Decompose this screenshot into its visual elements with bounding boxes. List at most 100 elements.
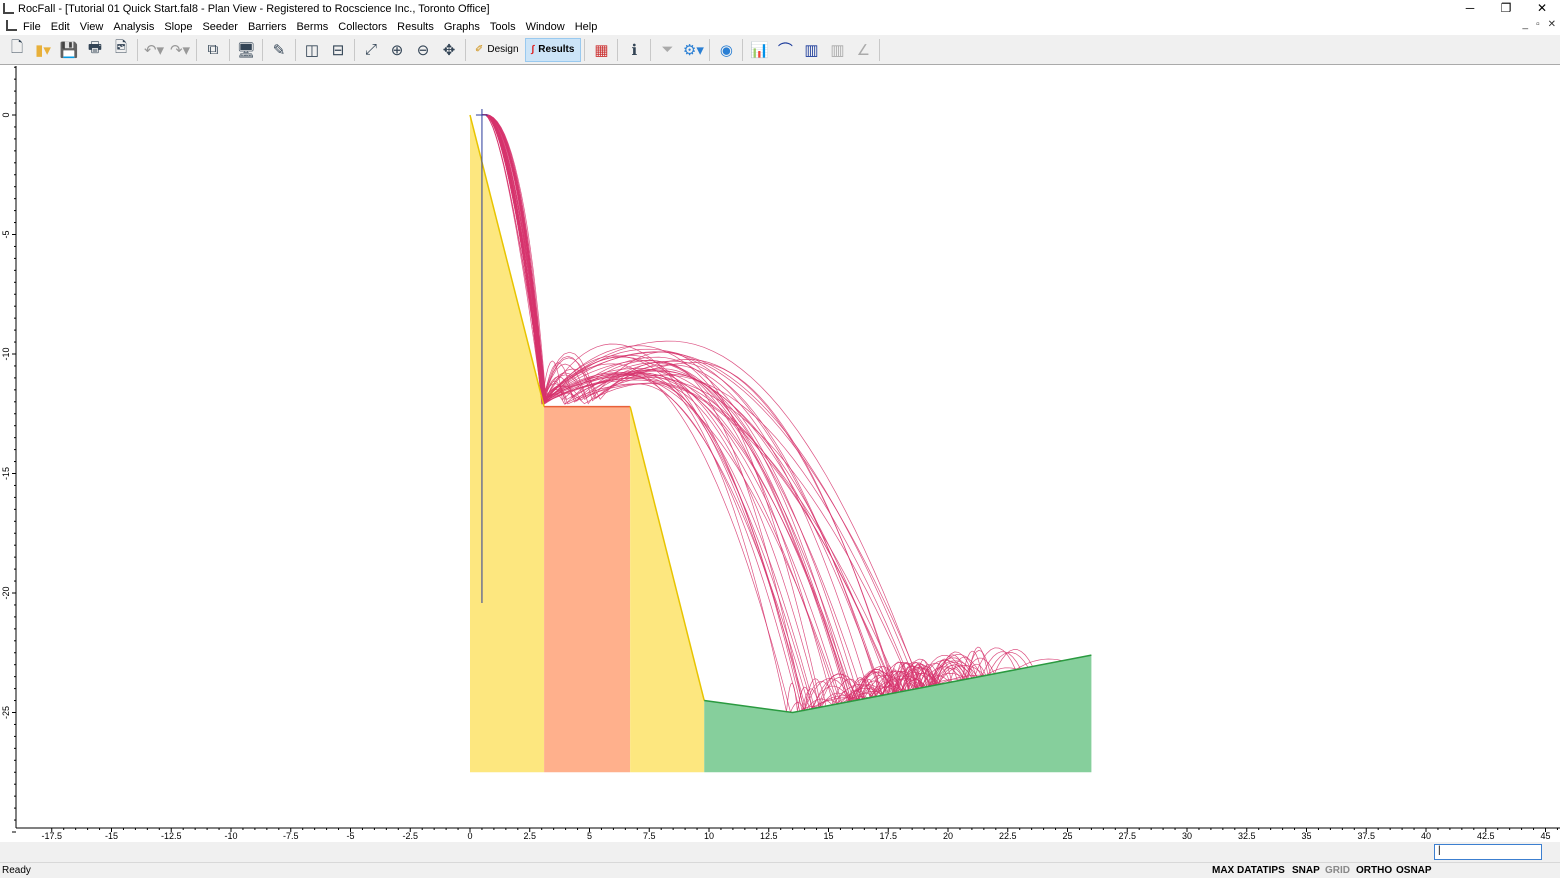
toolbar: 🗋 ▮▾ 💾 🖶 🖻 ↶▾ ↷▾ ⧉ 🖥 ✎ ◫ ⊟ ⤢ ⊕ ⊖ ✥ ✐ Desi… [0,35,1560,65]
graph-line-icon[interactable]: ⌒ [772,38,798,62]
menu-berms[interactable]: Berms [291,21,333,33]
y-tick-label: -10 [1,347,11,360]
x-tick-label: 45 [1540,831,1550,841]
split-vertical-icon[interactable]: ◫ [299,38,325,62]
material-slope-lower[interactable] [630,406,705,773]
plan-view-canvas[interactable]: -17.5 -15 -12.5 -10 -7.5 -5 -2.5 0 2.5 5 7.5 10 12.5… [0,66,1560,842]
design-mode-button[interactable]: ✐ Design [469,38,525,62]
histogram-icon[interactable]: 📊 [746,38,772,62]
x-tick-label: 0 [467,831,472,841]
x-tick-label: 27.5 [1118,831,1136,841]
x-tick-label: 10 [704,831,714,841]
x-tick-label: 32.5 [1238,831,1256,841]
results-icon: ∫ [531,44,535,55]
mdi-restore-button[interactable]: ▫ [1536,19,1540,30]
x-tick-label: 30 [1182,831,1192,841]
doc-icon [6,20,17,31]
y-tick-label: -25 [1,706,11,719]
zoom-extents-icon[interactable]: ⤢ [358,38,384,62]
menu-file[interactable]: File [18,21,46,33]
x-tick-label: -7.5 [283,831,299,841]
mdi-minimize-button[interactable]: _ [1523,19,1529,30]
pan-icon[interactable]: ✥ [436,38,462,62]
copy-icon[interactable]: ⧉ [200,38,226,62]
redo-icon[interactable]: ↷▾ [167,38,193,62]
menu-view[interactable]: View [75,21,109,33]
x-tick-label: 17.5 [879,831,897,841]
window-title: RocFall - [Tutorial 01 Quick Start.fal8 … [18,3,490,15]
zoom-in-icon[interactable]: ⊕ [384,38,410,62]
osnap-toggle[interactable]: OSNAP [1396,865,1432,876]
save-icon[interactable]: 💾 [56,38,82,62]
material-slope-upper[interactable] [470,115,545,773]
x-tick-label: -12.5 [161,831,182,841]
menu-help[interactable]: Help [570,21,603,33]
x-tick-label: 5 [587,831,592,841]
menu-tools[interactable]: Tools [485,21,521,33]
x-tick-label: 7.5 [643,831,656,841]
snap-toggle[interactable]: SNAP [1292,865,1320,876]
close-button[interactable]: ✕ [1524,0,1560,16]
new-file-icon[interactable]: 🗋 [4,38,30,62]
menu-seeder[interactable]: Seeder [197,21,242,33]
x-tick-label: 20 [943,831,953,841]
x-tick-label: -5 [346,831,354,841]
x-tick-label: 15 [823,831,833,841]
menu-slope[interactable]: Slope [159,21,197,33]
results-mode-button[interactable]: ∫ Results [524,37,582,62]
x-tick-label: 40 [1421,831,1431,841]
y-tick-label: -20 [1,586,11,599]
menu-graphs[interactable]: Graphs [439,21,485,33]
title-bar: RocFall - [Tutorial 01 Quick Start.fal8 … [0,0,1560,18]
path-info-icon[interactable]: ℹ [621,38,647,62]
x-tick-label: 25 [1062,831,1072,841]
grid-toggle[interactable]: GRID [1325,865,1350,876]
x-tick-label: 2.5 [523,831,536,841]
mdi-close-button[interactable]: ✕ [1548,19,1556,30]
y-tick-label: -15 [1,467,11,480]
x-tick-label: 42.5 [1477,831,1495,841]
x-tick-label: -10 [224,831,237,841]
graph-axes-icon: ∠ [856,41,871,59]
status-bar: Ready MAX DATATIPS SNAP GRID ORTHO OSNAP [0,862,1560,878]
open-folder-icon[interactable]: ▮▾ [30,38,56,62]
ortho-toggle[interactable]: ORTHO [1356,865,1392,876]
x-tick-label: 37.5 [1357,831,1375,841]
status-text: Ready [2,865,31,876]
compute-icon[interactable]: ▦ [588,38,614,62]
minimize-button[interactable]: ─ [1452,0,1488,16]
menu-window[interactable]: Window [521,21,570,33]
max-datatips-toggle[interactable]: MAX DATATIPS [1212,865,1285,876]
display-options-icon[interactable]: 🖥 [233,38,259,62]
graph-disabled-icon: ▥ [830,41,845,59]
animate-icon[interactable]: ◉ [713,38,739,62]
undo-icon[interactable]: ↶▾ [141,38,167,62]
y-tick-label: 0 [1,112,11,117]
command-input[interactable]: | [1434,844,1542,860]
filter-icon[interactable]: ⏷ [654,38,680,62]
menu-results[interactable]: Results [392,21,439,33]
x-tick-label: 12.5 [760,831,778,841]
zoom-out-icon[interactable]: ⊖ [410,38,436,62]
menu-analysis[interactable]: Analysis [108,21,159,33]
x-tick-label: 22.5 [999,831,1017,841]
menu-bar: File Edit View Analysis Slope Seeder Barriers B… [0,18,1560,35]
menu-edit[interactable]: Edit [46,21,75,33]
restore-button[interactable]: ❐ [1488,0,1524,16]
y-tick-label: -5 [1,230,11,238]
edit-tool-icon[interactable]: ✎ [266,38,292,62]
split-horizontal-icon[interactable]: ⊟ [325,38,351,62]
command-strip [0,842,1560,862]
filter-settings-icon[interactable]: ⚙▾ [680,38,706,62]
app-icon [3,3,14,14]
x-tick-label: -17.5 [41,831,62,841]
x-tick-label: -2.5 [402,831,418,841]
menu-barriers[interactable]: Barriers [243,21,292,33]
x-tick-label: 35 [1301,831,1311,841]
export-image-icon[interactable]: 🖻 [108,38,134,62]
graph-path-icon[interactable]: ▥ [798,38,824,62]
material-bench[interactable] [544,406,631,773]
menu-collectors[interactable]: Collectors [333,21,392,33]
x-tick-label: -15 [105,831,118,841]
print-icon[interactable]: 🖶 [82,38,108,62]
